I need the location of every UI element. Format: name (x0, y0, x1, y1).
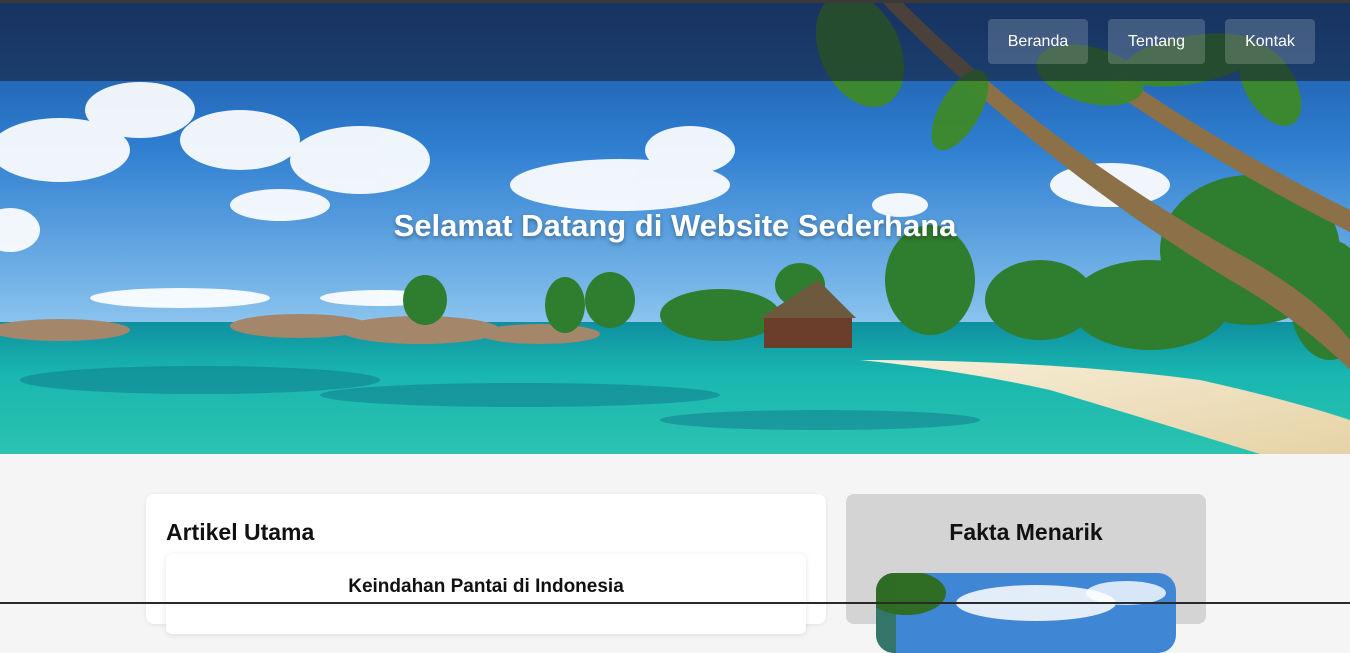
nav-item-tentang[interactable]: Tentang (1108, 19, 1205, 64)
content-area: Artikel Utama Keindahan Pantai di Indone… (0, 454, 1350, 653)
nav-item-beranda[interactable]: Beranda (988, 19, 1088, 64)
hero-title: Selamat Datang di Website Sederhana (393, 208, 957, 243)
nav-item-kontak[interactable]: Kontak (1225, 19, 1315, 64)
top-border (0, 0, 1350, 3)
main-section-title: Artikel Utama (166, 519, 315, 545)
facts-image (876, 573, 1176, 653)
facts-title: Fakta Menarik (949, 519, 1103, 545)
main-article-card: Artikel Utama Keindahan Pantai di Indone… (146, 494, 826, 634)
article-title: Keindahan Pantai di Indonesia (348, 576, 624, 597)
article-card: Keindahan Pantai di Indonesia (166, 554, 806, 634)
top-navbar: Beranda Tentang Kontak (0, 3, 1350, 81)
facts-card: Fakta Menarik (846, 494, 1206, 653)
